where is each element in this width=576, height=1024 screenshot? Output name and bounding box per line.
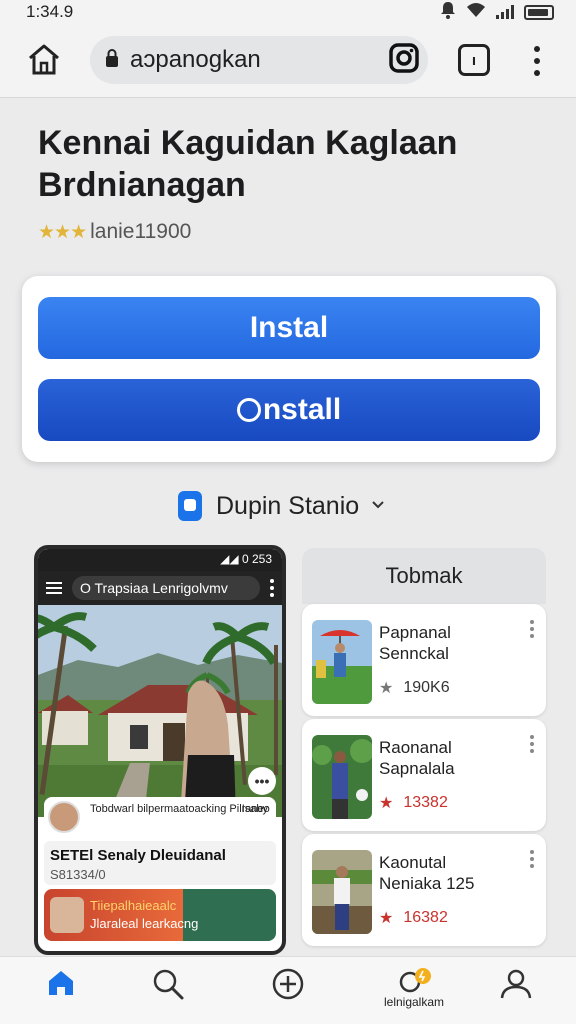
globe-icon <box>236 398 261 422</box>
tabs-button[interactable]: ı <box>458 44 490 76</box>
list-item-stat: ★ 13382 <box>379 793 448 813</box>
search-icon <box>153 969 184 1000</box>
more-options-button[interactable] <box>527 44 547 78</box>
thumbnail-image <box>312 735 372 819</box>
install-button-label: Instal <box>249 311 329 344</box>
chevron-down-icon <box>371 497 385 515</box>
kebab-dot <box>534 58 540 64</box>
address-bar[interactable]: aɔpanogkan <box>90 36 428 84</box>
notifications-icon <box>399 968 431 993</box>
list-item-more-icon[interactable] <box>530 850 534 868</box>
device-name: Dupin Stanio <box>216 491 360 520</box>
status-icons <box>440 1 554 24</box>
list-item-name: Kaonutal Neniaka 125 <box>379 853 475 893</box>
list-item-name: Papnanal Sennckal <box>379 623 451 663</box>
preview-more-icon[interactable] <box>270 579 274 597</box>
banner-line-2: Jlaraleal learkacng <box>90 916 199 931</box>
kebab-dot <box>534 70 540 76</box>
list-item-count: 16382 <box>403 909 448 926</box>
tabs-count: ı <box>471 51 477 69</box>
list-item-count: 13382 <box>403 794 448 811</box>
side-panel-header: Tobmak <box>302 548 546 604</box>
instagram-button[interactable] <box>386 40 422 76</box>
preview-banner[interactable]: Tiiepalhaieaalc Jlaraleal learkacng <box>44 889 276 941</box>
url-text: aɔpanogkan <box>130 46 261 73</box>
preview-info-meta: Isaby <box>241 803 268 815</box>
wifi-icon <box>466 2 486 23</box>
bottom-navigation: lelnigalkam <box>0 956 576 1024</box>
home-icon <box>49 971 73 995</box>
status-time: 1:34.9 <box>26 2 74 21</box>
list-item-stat: ★ 16382 <box>379 908 448 928</box>
phone-preview[interactable]: ◢◢ 0 253 O Trapsiaa Lenrigolvmv ••• Tobd… <box>34 545 286 955</box>
rating-row: ★★★ lanie11900 <box>38 220 191 244</box>
nav-add[interactable] <box>258 967 318 1017</box>
preview-status-bar: ◢◢ 0 253 <box>38 549 282 571</box>
device-selector[interactable]: Dupin Stanio <box>178 491 385 521</box>
list-item[interactable]: Raonanal Sapnalala ★ 13382 <box>302 719 546 831</box>
battery-icon <box>524 4 554 20</box>
star-icon: ★ <box>379 910 394 927</box>
device-icon <box>178 491 202 521</box>
preview-section-subtitle: S81334/0 <box>50 867 106 882</box>
nav-notifications[interactable]: lelnigalkam <box>384 967 444 1017</box>
hamburger-icon[interactable] <box>46 582 62 594</box>
install-alt-button-label: nstall <box>262 393 342 426</box>
preview-search[interactable]: O Trapsiaa Lenrigolvmv <box>72 576 260 600</box>
status-bar: 1:34.9 <box>0 0 576 24</box>
nav-notifications-label: lelnigalkam <box>383 995 445 1009</box>
list-item-name: Raonanal Sapnalala <box>379 738 455 778</box>
avatar <box>48 801 80 833</box>
thumbnail-image <box>312 850 372 934</box>
lock-icon <box>104 48 120 73</box>
signal-icon <box>496 5 514 19</box>
preview-section[interactable]: SETEl Senaly Dleuidanal S81334/0 <box>44 841 276 885</box>
star-icon: ★ <box>379 795 394 812</box>
kebab-dot <box>534 46 540 52</box>
preview-more-button[interactable]: ••• <box>248 767 276 795</box>
browser-toolbar: aɔpanogkan ı <box>0 24 576 98</box>
list-item-more-icon[interactable] <box>530 620 534 638</box>
install-alt-button[interactable]: nstall <box>38 379 540 441</box>
list-item[interactable]: Papnanal Sennckal ★ 190K6 <box>302 604 546 716</box>
instagram-icon <box>389 43 419 73</box>
thumbnail-image <box>312 620 372 704</box>
home-button[interactable] <box>24 40 64 80</box>
preview-info-card: Tobdwarl bilpermaatoacking Pilraneo Isab… <box>44 797 276 837</box>
notification-icon <box>440 1 456 24</box>
rating-stars-icon: ★★★ <box>38 221 87 243</box>
preview-section-title: SETEl Senaly Dleuidanal <box>50 847 226 864</box>
nav-profile[interactable] <box>486 967 546 1017</box>
app-title: Kennai Kaguidan Kaglaan Brdnianagan <box>38 124 458 204</box>
profile-icon <box>500 969 532 999</box>
install-button[interactable]: Instal <box>38 297 540 359</box>
add-circle-icon <box>272 968 304 1000</box>
install-card: Instal nstall <box>22 276 556 462</box>
preview-toolbar: O Trapsiaa Lenrigolvmv <box>38 571 282 605</box>
list-item-more-icon[interactable] <box>530 735 534 753</box>
banner-image <box>50 897 84 933</box>
nav-search[interactable] <box>138 967 198 1017</box>
list-item-stat: ★ 190K6 <box>379 678 450 698</box>
list-item[interactable]: Kaonutal Neniaka 125 ★ 16382 <box>302 834 546 946</box>
star-icon: ★ <box>379 680 394 697</box>
banner-line-1: Tiiepalhaieaalc <box>90 898 177 913</box>
list-item-count: 190K6 <box>403 679 450 696</box>
nav-home[interactable] <box>31 967 91 1017</box>
rating-text: lanie11900 <box>90 220 192 243</box>
preview-photo <box>38 605 282 817</box>
home-icon <box>29 44 59 75</box>
